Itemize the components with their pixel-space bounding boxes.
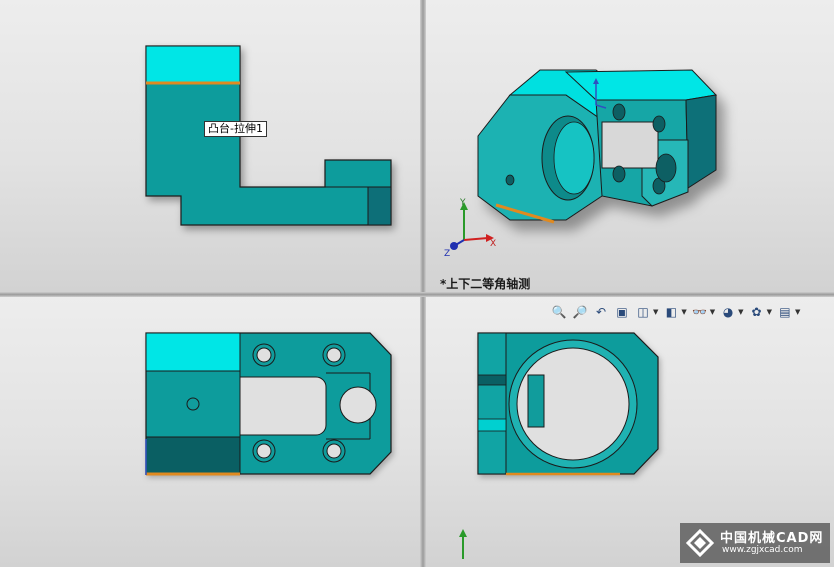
slot-cutout xyxy=(239,376,327,436)
site-watermark: 中国机械CAD网 www.zgjxcad.com xyxy=(680,523,830,563)
coordinate-triad: Y X Z xyxy=(444,198,496,259)
viewport-splitter-vertical[interactable] xyxy=(420,0,426,567)
viewport-top-right[interactable]: Y X Z *上下二等角轴测 xyxy=(426,0,834,292)
part-side-face xyxy=(367,186,392,226)
view-orientation-label: *上下二等角轴测 xyxy=(440,277,531,291)
part-top-view[interactable] xyxy=(0,297,420,567)
watermark-site-name: 中国机械CAD网 xyxy=(720,531,824,546)
triad-y-label: Y xyxy=(459,198,466,208)
triad-z-label: Z xyxy=(444,249,450,259)
part-face-top-highlight xyxy=(145,45,241,84)
viewport-bottom-left[interactable] xyxy=(0,297,420,567)
triad-x-label: X xyxy=(490,239,496,249)
large-hole xyxy=(339,386,377,424)
watermark-site-url: www.zgjxcad.com xyxy=(722,545,803,555)
feature-tooltip: 凸台-拉伸1 xyxy=(204,121,267,137)
part-front-view[interactable] xyxy=(0,0,420,292)
viewport-splitter-horizontal[interactable] xyxy=(0,292,834,297)
viewport-top-left[interactable]: 凸台-拉伸1 xyxy=(0,0,420,292)
watermark-logo-icon xyxy=(686,529,714,557)
